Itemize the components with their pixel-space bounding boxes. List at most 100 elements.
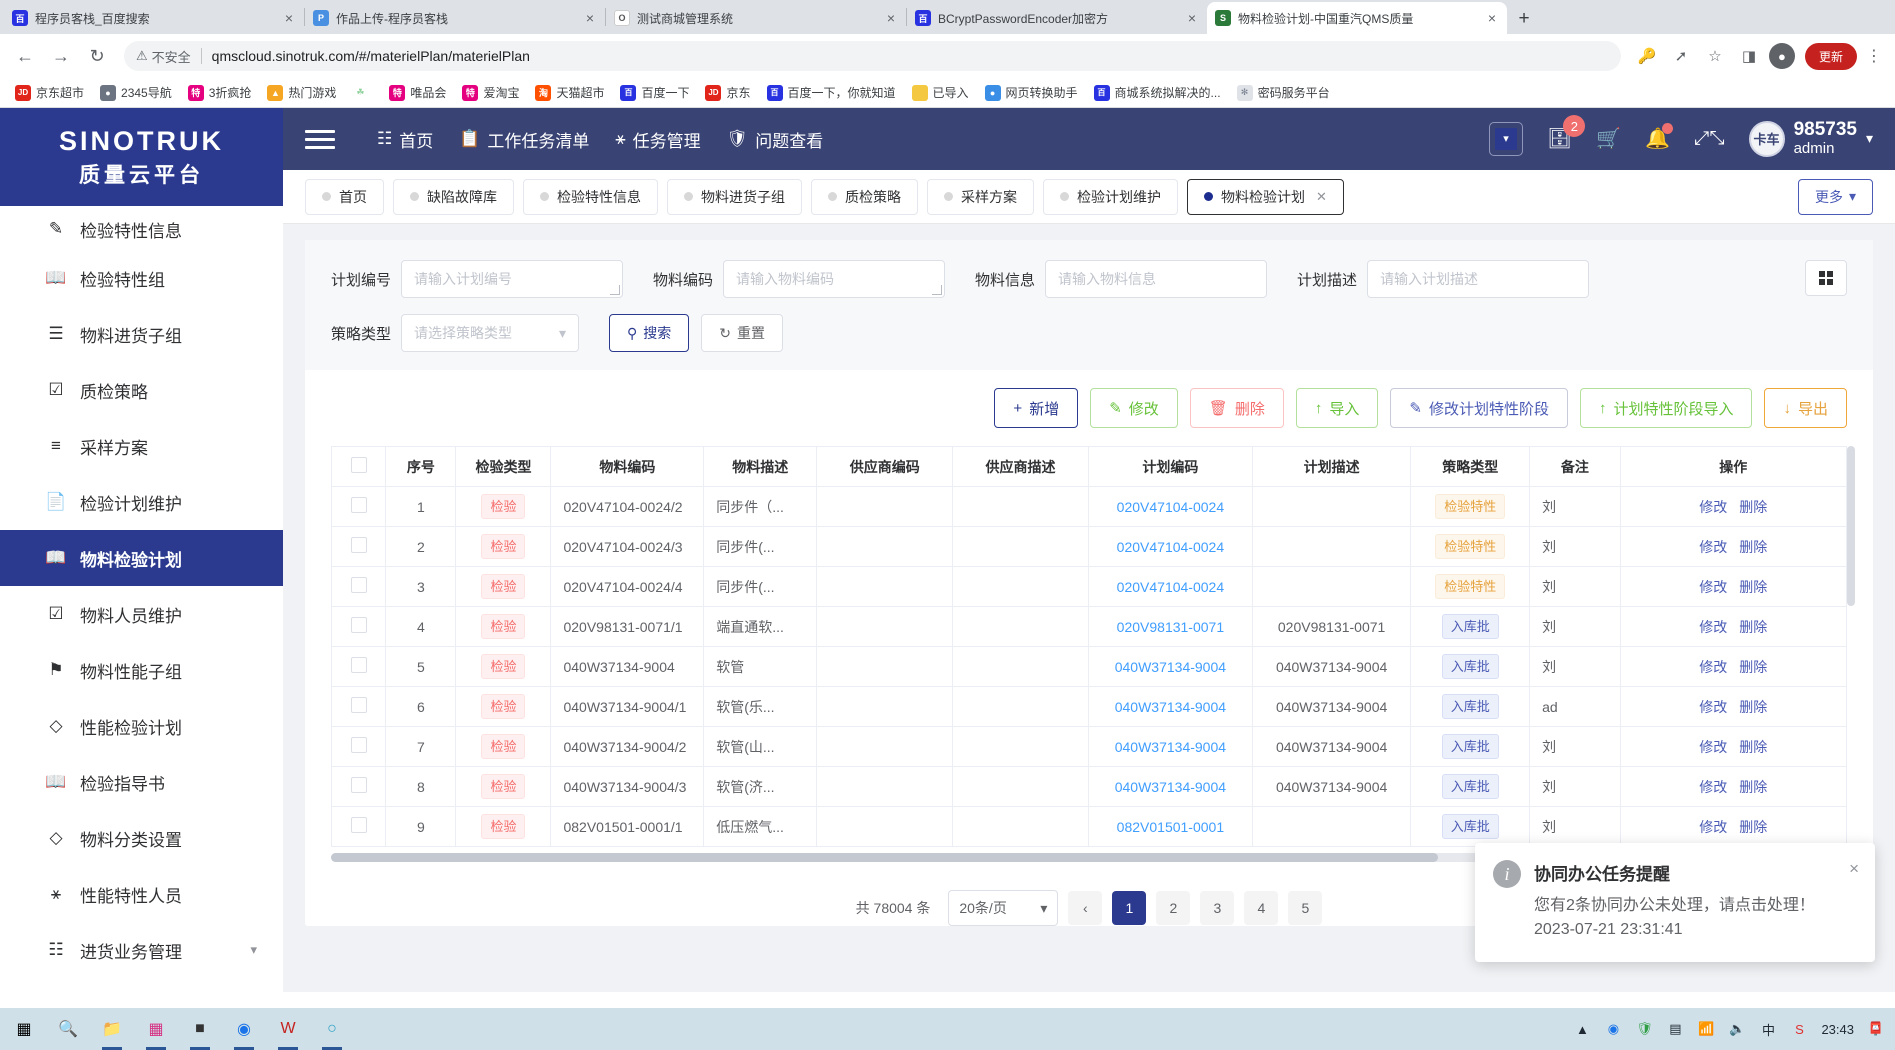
network-icon[interactable]: 📶	[1697, 1020, 1715, 1038]
row-edit-link[interactable]: 修改	[1699, 539, 1727, 555]
forward-icon[interactable]: →	[46, 41, 76, 71]
sidebar-item-jianyanjihuaweihu[interactable]: 📄 检验计划维护	[0, 474, 283, 530]
close-icon[interactable]: ×	[583, 10, 597, 26]
material-info-input[interactable]: 请输入物料信息	[1045, 260, 1268, 298]
bookmark-item[interactable]: ☘	[345, 82, 380, 104]
search-icon[interactable]: 🔍	[54, 1014, 82, 1044]
chrome-icon[interactable]: ◉	[230, 1014, 258, 1050]
table-row[interactable]: 1 检验 020V47104-0024/2 同步件（... 020V47104-0024…	[330, 486, 1848, 527]
cell-plan-code[interactable]: 020V47104-0024	[1087, 526, 1253, 567]
row-delete-link[interactable]: 删除	[1739, 659, 1767, 675]
topnav-item-worklist[interactable]: 📋 工作任务清单	[459, 127, 589, 152]
security-warning[interactable]: ⚠ 不安全	[136, 47, 191, 66]
page-size-select[interactable]: 20条/页 ▾	[948, 890, 1059, 926]
row-edit-link[interactable]: 修改	[1699, 619, 1727, 635]
cell-plan-code[interactable]: 020V47104-0024	[1087, 566, 1253, 607]
sidebar-item-wuliaoxingnengzizu[interactable]: ⚑ 物料性能子组	[0, 642, 283, 698]
close-icon[interactable]: ×	[1849, 859, 1859, 879]
checkbox[interactable]	[350, 537, 367, 553]
bookmark-item[interactable]: 特爱淘宝	[455, 81, 526, 104]
cell-plan-code[interactable]: 040W37134-9004	[1087, 766, 1253, 807]
page-button-5[interactable]: 5	[1288, 891, 1323, 925]
checkbox[interactable]	[350, 617, 367, 633]
bookmark-item[interactable]: 百百度一下，你就知道	[760, 81, 903, 104]
profile-avatar[interactable]: ●	[1768, 43, 1795, 69]
row-checkbox-cell[interactable]	[330, 486, 387, 527]
import-button[interactable]: ↑ 导入	[1295, 388, 1379, 428]
tab-caiyangfangan[interactable]: 采样方案	[927, 178, 1034, 215]
chevron-down-icon[interactable]: ▾	[1866, 130, 1873, 147]
row-checkbox-cell[interactable]	[330, 686, 387, 727]
browser-tab[interactable]: P 作品上传-程序员客栈 ×	[305, 2, 605, 34]
notification-icon[interactable]: 📮	[1867, 1020, 1885, 1038]
browser-tab-active[interactable]: S 物料检验计划-中国重汽QMS质量 ×	[1207, 2, 1507, 34]
strategy-type-select[interactable]: 请选择策略类型 ▾	[401, 314, 580, 352]
cell-operation[interactable]: 修改 删除	[1619, 686, 1848, 727]
cell-operation[interactable]: 修改 删除	[1619, 766, 1848, 807]
checkbox[interactable]	[350, 457, 367, 473]
screen-icon[interactable]: ▤	[1666, 1020, 1684, 1038]
sidebar-item-jinhuoyewuguanli[interactable]: ☷ 进货业务管理 ▾	[0, 922, 283, 978]
topnav-item-issueview[interactable]: 🛡 问题查看	[727, 127, 824, 152]
share-icon[interactable]: ➚	[1667, 42, 1695, 70]
star-icon[interactable]: ☆	[1701, 42, 1729, 70]
bookmark-item[interactable]: 百商城系统拟解决的...	[1087, 81, 1228, 104]
table-row[interactable]: 5 检验 040W37134-9004 软管 040W37134-9004 040W371…	[330, 646, 1848, 687]
column-settings-button[interactable]	[1805, 260, 1847, 296]
close-icon[interactable]: ✕	[1316, 189, 1327, 205]
row-delete-link[interactable]: 删除	[1739, 619, 1767, 635]
download-button[interactable]: 🛒	[1596, 126, 1621, 151]
store-icon[interactable]: ▦	[142, 1014, 170, 1050]
sidebar-item-wuliaofenleishezhi[interactable]: ◇ 物料分类设置	[0, 810, 283, 866]
bookmark-item[interactable]: 特唯品会	[382, 81, 453, 104]
cell-operation[interactable]: 修改 删除	[1619, 646, 1848, 687]
address-bar[interactable]: ⚠ 不安全 qmscloud.sinotruk.com/#/materielPl…	[124, 41, 1621, 71]
close-icon[interactable]: ×	[282, 10, 296, 26]
cell-plan-code[interactable]: 020V98131-0071	[1087, 606, 1253, 647]
browser-tab[interactable]: 百 程序员客栈_百度搜索 ×	[4, 2, 304, 34]
tab-wuliaojianyanjihua[interactable]: 物料检验计划 ✕	[1187, 178, 1344, 215]
checkbox[interactable]	[350, 777, 367, 793]
cell-operation[interactable]: 修改 删除	[1619, 486, 1848, 527]
plan-code-link[interactable]: 040W37134-9004	[1115, 659, 1226, 675]
plan-no-input[interactable]: 请输入计划编号	[401, 260, 624, 298]
cell-plan-code[interactable]: 082V01501-0001	[1087, 806, 1253, 847]
notification-button[interactable]: 🔔	[1645, 123, 1674, 151]
plan-code-link[interactable]: 082V01501-0001	[1117, 819, 1224, 835]
row-delete-link[interactable]: 删除	[1739, 739, 1767, 755]
edge-icon[interactable]: ○	[318, 1014, 346, 1050]
cell-plan-code[interactable]: 040W37134-9004	[1087, 686, 1253, 727]
word-icon[interactable]: W	[274, 1014, 302, 1050]
bookmark-item[interactable]: ✻ 密码服务平台	[1230, 81, 1337, 104]
row-edit-link[interactable]: 修改	[1699, 579, 1727, 595]
close-icon[interactable]: ×	[884, 10, 898, 26]
more-tabs-button[interactable]: 更多 ▾	[1797, 178, 1873, 215]
delete-button[interactable]: 🗑 删除	[1189, 388, 1284, 428]
page-button-1[interactable]: 1	[1112, 891, 1147, 925]
chrome-tray-icon[interactable]: ◉	[1604, 1020, 1622, 1038]
plan-code-link[interactable]: 020V47104-0024	[1117, 499, 1224, 515]
explorer-icon[interactable]: 📁	[98, 1014, 126, 1050]
checkbox[interactable]	[350, 697, 367, 713]
browser-tab[interactable]: 百 BCryptPasswordEncoder加密方 ×	[907, 2, 1207, 34]
page-button-3[interactable]: 3	[1200, 891, 1235, 925]
sidebar-item-zhijiancelue[interactable]: ☑ 质检策略	[0, 362, 283, 418]
checkbox[interactable]	[350, 817, 367, 833]
row-delete-link[interactable]: 删除	[1739, 499, 1767, 515]
plan-code-link[interactable]: 020V47104-0024	[1117, 539, 1224, 555]
page-button-2[interactable]: 2	[1156, 891, 1191, 925]
plan-desc-input[interactable]: 请输入计划描述	[1367, 260, 1590, 298]
collapse-button[interactable]: ▾	[1488, 121, 1523, 156]
table-row[interactable]: 3 检验 020V47104-0024/4 同步件(... 020V47104-0024…	[330, 566, 1848, 607]
browser-tab[interactable]: O 测试商城管理系统 ×	[606, 2, 906, 34]
checkbox[interactable]	[350, 657, 367, 673]
bookmark-item[interactable]: 已导入	[905, 81, 976, 104]
close-icon[interactable]: ×	[1485, 10, 1499, 26]
table-row[interactable]: 2 检验 020V47104-0024/3 同步件(... 020V47104-0024…	[330, 526, 1848, 567]
back-icon[interactable]: ←	[10, 41, 40, 71]
clock[interactable]: 23:43	[1821, 1022, 1854, 1037]
cell-plan-code[interactable]: 020V47104-0024	[1087, 486, 1253, 527]
row-checkbox-cell[interactable]	[330, 646, 387, 687]
ime-icon[interactable]: 中	[1759, 1020, 1777, 1038]
sidebar-item-wuliaojinhuozizu[interactable]: ☰ 物料进货子组	[0, 306, 283, 362]
